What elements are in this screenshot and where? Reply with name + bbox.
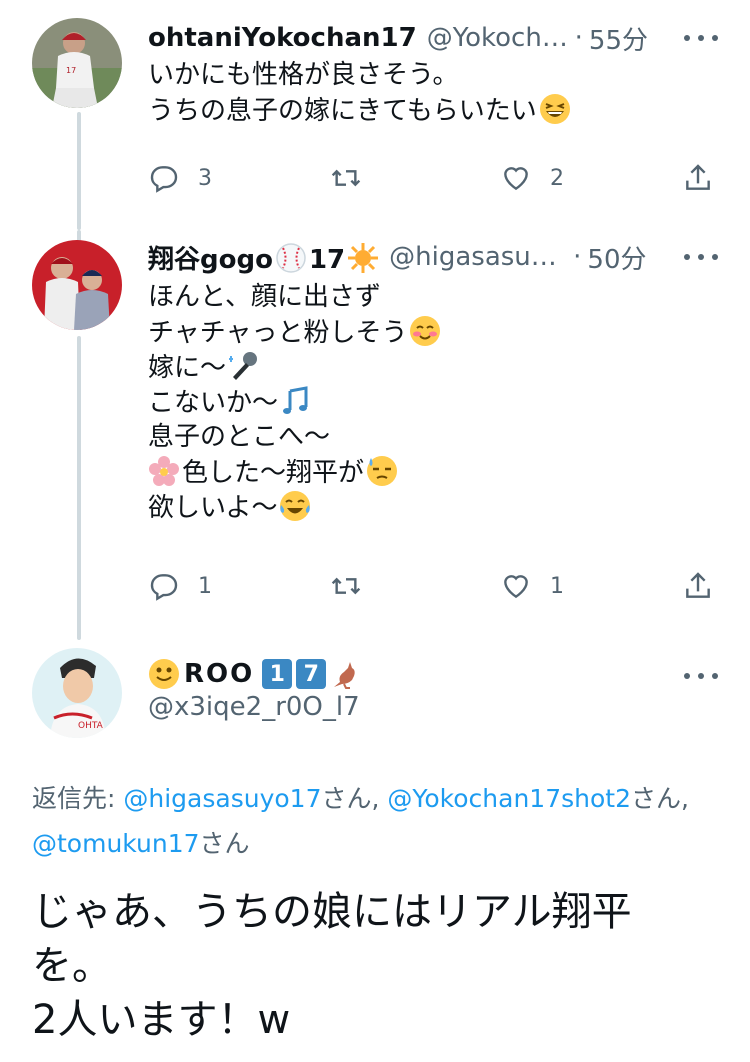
kangaroo-emoji-icon <box>334 662 355 689</box>
timestamp[interactable]: 50分 <box>587 239 646 276</box>
like-button[interactable]: 2 <box>500 158 564 198</box>
user-handle[interactable]: @Yokocha... <box>427 23 569 53</box>
display-name[interactable]: 翔谷gogo 17 <box>148 239 379 276</box>
tweet-line: うちの息子の嫁にきてもらいたい <box>148 93 571 128</box>
tweet-line: こないか〜 <box>148 385 441 420</box>
share-button[interactable] <box>682 566 714 606</box>
retweet-button[interactable] <box>330 566 362 606</box>
tweet-line: 息子のとこへ〜 <box>148 422 331 452</box>
smiling-blush-emoji-icon <box>410 316 441 346</box>
reply-button[interactable]: 1 <box>148 566 212 606</box>
avatar[interactable] <box>32 240 122 330</box>
tweet-line: 嫁に〜 <box>148 350 441 385</box>
tweet-actions: 1 1 <box>148 566 718 606</box>
tweet-text: ほんと、顔に出さず チャチャっと粉しそう 嫁に〜 こないか〜 息子のとこへ〜 色… <box>148 280 441 525</box>
tweet-line: 色した〜翔平が <box>148 455 441 490</box>
retweet-icon <box>331 577 361 595</box>
tweet-line: を。 <box>32 943 112 989</box>
tweet-line: 欲しいよ〜 <box>148 490 441 525</box>
svg-text:17: 17 <box>66 66 76 75</box>
downcast-sweat-emoji-icon <box>367 456 398 486</box>
tweet-line: 2人います！w <box>32 997 291 1043</box>
honorific: さん <box>630 784 681 813</box>
more-icon[interactable] <box>684 666 718 686</box>
honorific: さん <box>321 784 372 813</box>
tweet-line: ほんと、顔に出さず <box>148 282 381 312</box>
share-icon <box>686 572 710 598</box>
avatar-image: OHTA <box>32 648 122 738</box>
like-button[interactable]: 1 <box>500 566 564 606</box>
display-name[interactable]: ohtaniYokochan17 <box>148 23 417 53</box>
tears-of-joy-emoji-icon <box>280 491 311 521</box>
avatar[interactable]: 17 <box>32 18 122 108</box>
svg-text:OHTA: OHTA <box>78 721 104 731</box>
tweet-header: ohtaniYokochan17 @Yokocha... · 55分 <box>148 18 648 58</box>
separator-dot: · <box>574 23 583 53</box>
reply-icon <box>150 574 178 601</box>
retweet-button[interactable] <box>330 158 362 198</box>
tweet-actions: 3 2 <box>148 158 718 198</box>
cherry-blossom-emoji-icon <box>149 456 179 486</box>
user-handle[interactable]: @x3iqe2_r0O_l7 <box>148 692 360 722</box>
tweet-header: 翔谷gogo 17 @higasasuy... · 50分 <box>148 237 658 277</box>
tweet-text: いかにも性格が良さそう。 うちの息子の嫁にきてもらいたい <box>148 58 571 128</box>
reply-to-label: 返信先: <box>32 784 124 813</box>
main-tweet-text: じゃあ、うちの娘にはリアル翔平 を。 2人います！w <box>32 885 722 1047</box>
separator: , <box>371 784 388 813</box>
reply-button[interactable]: 3 <box>148 158 212 198</box>
sun-emoji-icon <box>348 242 379 273</box>
display-name-text: ROO <box>184 659 255 689</box>
microphone-emoji-icon <box>229 352 258 380</box>
honorific: さん <box>199 829 250 858</box>
mention-link[interactable]: @higasasuyo17 <box>123 784 321 813</box>
grinning-squint-emoji-icon <box>539 94 570 124</box>
share-icon <box>686 164 710 190</box>
reply-count: 1 <box>198 573 212 599</box>
like-count: 1 <box>550 573 564 599</box>
share-button[interactable] <box>682 158 714 198</box>
timestamp[interactable]: 55分 <box>589 20 648 57</box>
musical-notes-emoji-icon <box>283 386 308 414</box>
mention-link[interactable]: @Yokochan17shot2 <box>387 784 631 813</box>
keycap-badge-1: 1 <box>262 659 293 689</box>
avatar[interactable]: OHTA <box>32 648 122 738</box>
more-icon[interactable] <box>684 28 718 48</box>
tweet-line: チャチャっと粉しそう <box>148 315 441 350</box>
tweet-1[interactable]: 17 ohtaniYokochan17 @Yokocha... · 55分 いか… <box>0 0 750 230</box>
reply-context: 返信先: @higasasuyo17さん, @Yokochan17shot2さん… <box>32 776 722 866</box>
baseball-emoji-icon <box>276 242 306 273</box>
tweet-2[interactable]: 翔谷gogo 17 @higasasuy... · 50分 ほんと、顔に出さず チ… <box>0 230 750 640</box>
avatar-image: 17 <box>32 18 122 108</box>
display-name[interactable]: ROO 1 7 <box>148 654 362 694</box>
reply-icon <box>150 166 178 193</box>
avatar-image <box>32 240 122 330</box>
separator-dot: · <box>573 242 582 272</box>
tweet-line: じゃあ、うちの娘にはリアル翔平 <box>32 889 632 935</box>
like-icon <box>504 167 528 191</box>
like-count: 2 <box>550 165 564 191</box>
thread-connector <box>77 112 81 230</box>
like-icon <box>504 575 528 599</box>
retweet-icon <box>331 169 361 187</box>
more-icon[interactable] <box>684 247 718 267</box>
mention-link[interactable]: @tomukun17 <box>32 829 200 858</box>
user-handle[interactable]: @higasasuy... <box>389 242 567 272</box>
reply-count: 3 <box>198 165 212 191</box>
thread-connector <box>77 336 81 640</box>
tweet-line: いかにも性格が良さそう。 <box>148 60 459 90</box>
keycap-badge-7: 7 <box>296 659 327 689</box>
separator: , <box>681 784 689 813</box>
smiley-emoji-icon <box>149 659 179 689</box>
